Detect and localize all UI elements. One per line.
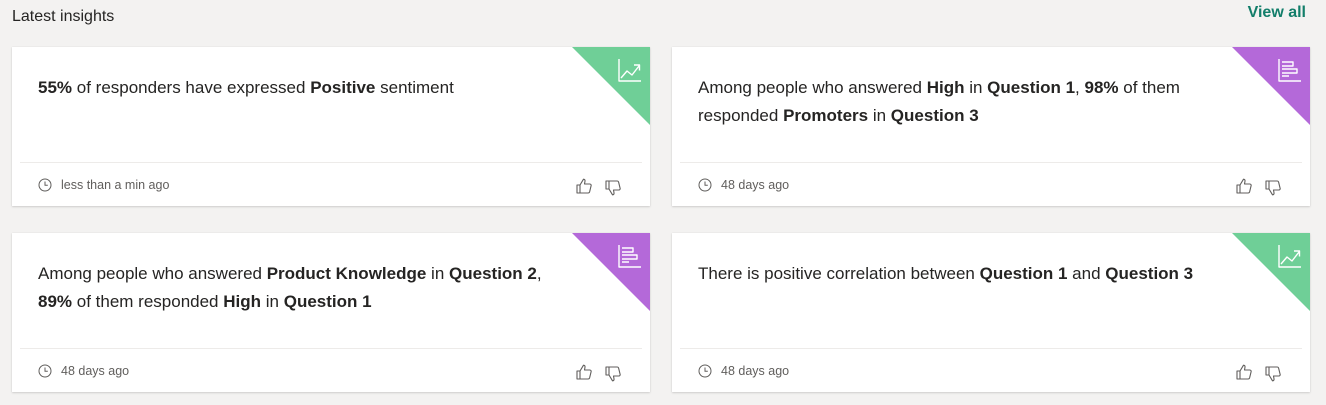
insight-highlight: Promoters xyxy=(783,106,869,125)
timestamp: 48 days ago xyxy=(698,362,789,380)
insight-highlight: Question 2 xyxy=(449,264,537,283)
insight-text-segment: and xyxy=(1067,264,1106,283)
clock-icon xyxy=(698,178,712,192)
thumbs-up-button[interactable] xyxy=(1234,176,1254,196)
insight-highlight: High xyxy=(223,292,262,311)
insight-highlight: Product Knowledge xyxy=(266,264,427,283)
insight-text-segment: Among people who answered xyxy=(698,78,927,97)
thumbs-up-icon xyxy=(1236,364,1252,380)
thumbs-up-button[interactable] xyxy=(574,362,594,382)
view-all-link[interactable]: View all xyxy=(1248,4,1306,22)
timestamp-text: 48 days ago xyxy=(721,364,790,378)
insight-type-badge xyxy=(1232,233,1310,311)
section-title: Latest insights xyxy=(12,8,115,25)
card-divider xyxy=(680,162,1302,163)
thumbs-down-button[interactable] xyxy=(603,178,623,198)
thumbs-down-icon xyxy=(605,366,621,382)
timestamp-text: 48 days ago xyxy=(721,178,790,192)
insight-card[interactable]: Among people who answered Product Knowle… xyxy=(12,233,650,392)
insight-highlight: Question 1 xyxy=(987,78,1076,97)
insight-text: Among people who answered High in Questi… xyxy=(698,74,1208,130)
thumbs-down-button[interactable] xyxy=(1263,364,1283,384)
thumbs-down-icon xyxy=(1265,366,1281,382)
thumbs-up-icon xyxy=(576,178,592,194)
clock-icon xyxy=(698,364,712,378)
thumbs-down-button[interactable] xyxy=(1263,178,1283,198)
timestamp: less than a min ago xyxy=(38,176,169,194)
insight-card[interactable]: There is positive correlation between Qu… xyxy=(672,233,1310,392)
insight-highlight: Question 1 xyxy=(979,264,1068,283)
thumbs-down-button[interactable] xyxy=(603,364,623,384)
insight-type-badge xyxy=(572,47,650,125)
insight-highlight: 55% xyxy=(38,78,73,97)
insight-type-badge xyxy=(572,233,650,311)
insight-highlight: 89% xyxy=(38,292,73,311)
insight-text-segment: sentiment xyxy=(375,78,454,97)
timestamp: 48 days ago xyxy=(698,176,789,194)
insight-highlight: Question 1 xyxy=(283,292,372,311)
insight-card[interactable]: 55% of responders have expressed Positiv… xyxy=(12,47,650,206)
thumbs-down-icon xyxy=(605,180,621,196)
insight-text-segment: There is positive correlation between xyxy=(698,264,980,283)
insight-text-segment: of them responded xyxy=(72,292,224,311)
card-divider xyxy=(680,348,1302,349)
insight-text-segment: Among people who answered xyxy=(38,264,267,283)
insight-text-segment: in xyxy=(868,106,891,125)
insight-text-segment: in xyxy=(426,264,450,283)
insight-text: 55% of responders have expressed Positiv… xyxy=(38,74,548,102)
insights-header: Latest insights View all xyxy=(12,4,1316,32)
clock-icon xyxy=(38,178,52,192)
insight-text-segment: , xyxy=(536,264,542,283)
thumbs-up-icon xyxy=(576,364,592,380)
insight-highlight: Question 3 xyxy=(890,106,979,125)
insight-text-segment: in xyxy=(261,292,284,311)
thumbs-up-icon xyxy=(1236,178,1252,194)
timestamp-text: less than a min ago xyxy=(61,178,170,192)
timestamp: 48 days ago xyxy=(38,362,129,380)
insight-type-badge xyxy=(1232,47,1310,125)
card-divider xyxy=(20,348,642,349)
insight-highlight: Positive xyxy=(310,78,376,97)
insight-text: Among people who answered Product Knowle… xyxy=(38,260,548,316)
card-divider xyxy=(20,162,642,163)
thumbs-up-button[interactable] xyxy=(574,176,594,196)
insight-text-segment: in xyxy=(964,78,988,97)
thumbs-up-button[interactable] xyxy=(1234,362,1254,382)
insight-highlight: Question 3 xyxy=(1105,264,1194,283)
thumbs-down-icon xyxy=(1265,180,1281,196)
timestamp-text: 48 days ago xyxy=(61,364,130,378)
insight-text: There is positive correlation between Qu… xyxy=(698,260,1208,288)
insight-highlight: 98% xyxy=(1084,78,1119,97)
clock-icon xyxy=(38,364,52,378)
insight-highlight: High xyxy=(926,78,965,97)
insight-text-segment: of responders have expressed xyxy=(72,78,311,97)
insight-card[interactable]: Among people who answered High in Questi… xyxy=(672,47,1310,206)
